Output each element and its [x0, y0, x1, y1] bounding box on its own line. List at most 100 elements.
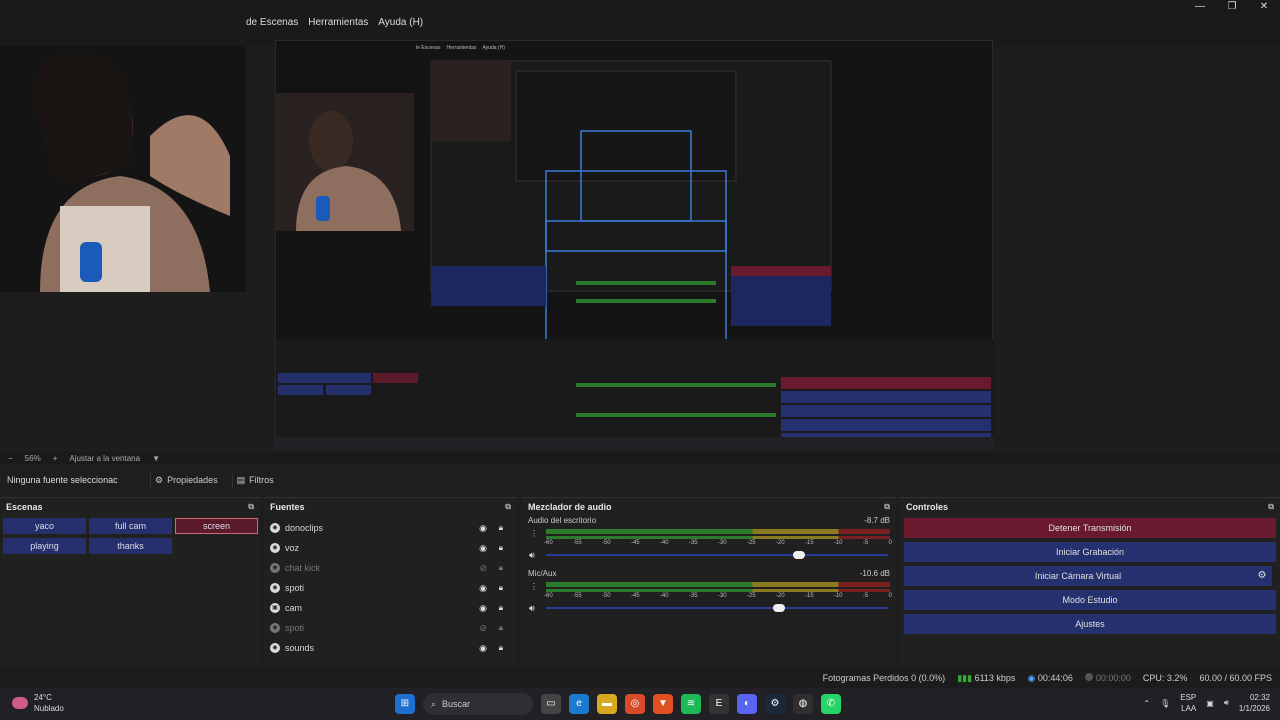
discord-icon[interactable]: ◐ — [737, 694, 757, 714]
menu-scenes[interactable]: de Escenas — [246, 17, 298, 28]
eye-icon[interactable]: ◉ — [479, 603, 487, 614]
speaker-icon[interactable]: 🔊︎ — [529, 550, 535, 561]
gear-icon[interactable]: ⚙ — [1252, 566, 1272, 586]
preview-canvas[interactable]: le Escenas Herramientas Ayuda (H) — [0, 40, 1280, 452]
time: 02:32 — [1249, 693, 1270, 702]
source-label: chat kick — [285, 563, 321, 573]
more-options-icon[interactable]: ⋮ — [530, 582, 538, 591]
language[interactable]: ESP — [1180, 692, 1196, 703]
volume-icon[interactable]: 🔊︎ — [1224, 698, 1229, 708]
file-explorer-icon[interactable]: ▬ — [597, 694, 617, 714]
properties-button[interactable]: ⚙ Propiedades — [150, 472, 222, 488]
undock-icon[interactable]: ⧉ — [1268, 502, 1274, 512]
browser-source-icon: ◉ — [270, 543, 280, 553]
lock-icon[interactable]: 🔒︎ — [499, 603, 503, 613]
eye-icon[interactable]: ◉ — [479, 523, 487, 534]
meter-tick-label: -60 — [544, 540, 553, 546]
lock-icon[interactable]: 🔒︎ — [499, 643, 503, 653]
volume-slider-handle[interactable] — [772, 604, 785, 612]
meter-tick-label: -5 — [862, 593, 869, 599]
clock[interactable]: 02:32 1/1/2026 — [1239, 692, 1270, 714]
zoom-in-button[interactable]: + — [53, 454, 58, 463]
eye-icon[interactable]: ◉ — [479, 543, 487, 554]
start-virtual-camera-button[interactable]: Iniciar Cámara Virtual — [904, 566, 1252, 586]
volume-slider[interactable] — [546, 604, 888, 612]
settings-button[interactable]: Ajustes — [904, 614, 1276, 634]
meter-tick-label: 0 — [888, 593, 892, 599]
speaker-icon[interactable]: 🔊︎ — [529, 603, 535, 614]
chevron-down-icon[interactable]: ▼ — [152, 454, 160, 463]
meter-tick-label: -35 — [688, 540, 698, 546]
scene-yaco[interactable]: yaco — [3, 518, 86, 534]
maximize-button[interactable]: ❐ — [1216, 0, 1248, 14]
source-row[interactable]: ▣ cam ◉ 🔒︎ — [264, 598, 517, 618]
source-row[interactable]: ◉ donoclips ◉ 🔒︎ — [264, 518, 517, 538]
lock-icon[interactable]: 🔒︎ — [499, 563, 503, 573]
source-label: voz — [285, 543, 300, 553]
eye-hidden-icon[interactable]: ⊘ — [479, 563, 487, 574]
eye-icon[interactable]: ◉ — [479, 583, 487, 594]
chevron-up-icon[interactable]: ⌃ — [1143, 699, 1150, 708]
volume-slider[interactable] — [546, 551, 888, 559]
edge-icon[interactable]: e — [569, 694, 589, 714]
nested-menu-help: Ayuda (H) — [482, 45, 505, 51]
microphone-icon[interactable]: 🎙︎ — [1160, 699, 1170, 708]
weather-widget[interactable]: 24°C Nublado — [12, 692, 64, 714]
more-options-icon[interactable]: ⋮ — [530, 529, 538, 538]
status-bar: Fotogramas Perdidos 0 (0.0%) ▮▮▮ 6113 kb… — [0, 668, 1280, 688]
network-icon[interactable]: ▣ — [1206, 699, 1214, 708]
whatsapp-icon[interactable]: ✆ — [821, 694, 841, 714]
stop-streaming-button[interactable]: Detener Transmisión — [904, 518, 1276, 538]
scene-playing[interactable]: playing — [3, 538, 86, 554]
eye-hidden-icon[interactable]: ⊘ — [479, 623, 487, 634]
sources-dock: Fuentes ⧉ ◉ donoclips ◉ 🔒︎ ◉ voz ◉ 🔒︎ ◉ … — [264, 497, 517, 665]
scenes-title: Escenas — [6, 502, 43, 512]
meter-tick-label: -30 — [717, 540, 727, 546]
obs-icon[interactable]: ◍ — [793, 694, 813, 714]
lock-icon[interactable]: 🔒︎ — [499, 523, 503, 533]
source-row[interactable]: ◉ chat kick ⊘ 🔒︎ — [264, 558, 517, 578]
undock-icon[interactable]: ⧉ — [248, 502, 254, 512]
zoom-out-button[interactable]: − — [8, 454, 13, 463]
taskbar-search[interactable]: ⌕ Buscar — [423, 693, 533, 715]
nested-obs-preview: le Escenas Herramientas Ayuda (H) — [275, 40, 994, 451]
fit-window-label[interactable]: Ajustar a la ventana — [69, 454, 140, 463]
source-row[interactable]: ◉ spoti ◉ 🔒︎ — [264, 578, 517, 598]
lock-icon[interactable]: 🔒︎ — [499, 583, 503, 593]
scene-full-cam[interactable]: full cam — [89, 518, 172, 534]
undock-icon[interactable]: ⧉ — [884, 502, 890, 512]
epic-games-icon[interactable]: E — [709, 694, 729, 714]
source-row[interactable]: ◉ sounds ◉ 🔒︎ — [264, 638, 517, 658]
studio-mode-button[interactable]: Modo Estudio — [904, 590, 1276, 610]
windows-start-icon[interactable]: ⊞ — [395, 694, 415, 714]
chrome-icon[interactable]: ◎ — [625, 694, 645, 714]
meter-tick-label: -10 — [833, 593, 843, 599]
steam-icon[interactable]: ⚙ — [765, 694, 785, 714]
scene-screen[interactable]: screen — [175, 518, 258, 534]
scene-thanks[interactable]: thanks — [89, 538, 172, 554]
task-view-icon[interactable]: ▭ — [541, 694, 561, 714]
source-label: sounds — [285, 643, 315, 653]
source-row[interactable]: ◉ voz ◉ 🔒︎ — [264, 538, 517, 558]
mixer-title: Mezclador de audio — [528, 502, 612, 512]
source-row[interactable]: ◉ spoti ⊘ 🔒︎ — [264, 618, 517, 638]
eye-icon[interactable]: ◉ — [479, 643, 487, 654]
search-label: Buscar — [442, 699, 471, 709]
lock-icon[interactable]: 🔒︎ — [499, 623, 503, 633]
volume-slider-handle[interactable] — [793, 551, 806, 559]
minimize-button[interactable]: — — [1184, 0, 1216, 14]
filters-button[interactable]: ▤ Filtros — [231, 472, 278, 488]
lock-icon[interactable]: 🔒︎ — [499, 543, 503, 553]
spotify-icon[interactable]: ≋ — [681, 694, 701, 714]
start-recording-button[interactable]: Iniciar Grabación — [904, 542, 1276, 562]
brave-icon[interactable]: ▼ — [653, 694, 673, 714]
close-button[interactable]: ✕ — [1248, 0, 1280, 14]
meter-tick-label: 0 — [888, 540, 892, 546]
live-icon: ◉ — [1027, 672, 1036, 683]
webcam-feed — [0, 46, 246, 292]
menu-tools[interactable]: Herramientas — [308, 17, 368, 28]
record-icon — [1084, 673, 1093, 681]
sources-title: Fuentes — [270, 502, 305, 512]
undock-icon[interactable]: ⧉ — [505, 502, 511, 512]
menu-help[interactable]: Ayuda (H) — [378, 17, 423, 28]
